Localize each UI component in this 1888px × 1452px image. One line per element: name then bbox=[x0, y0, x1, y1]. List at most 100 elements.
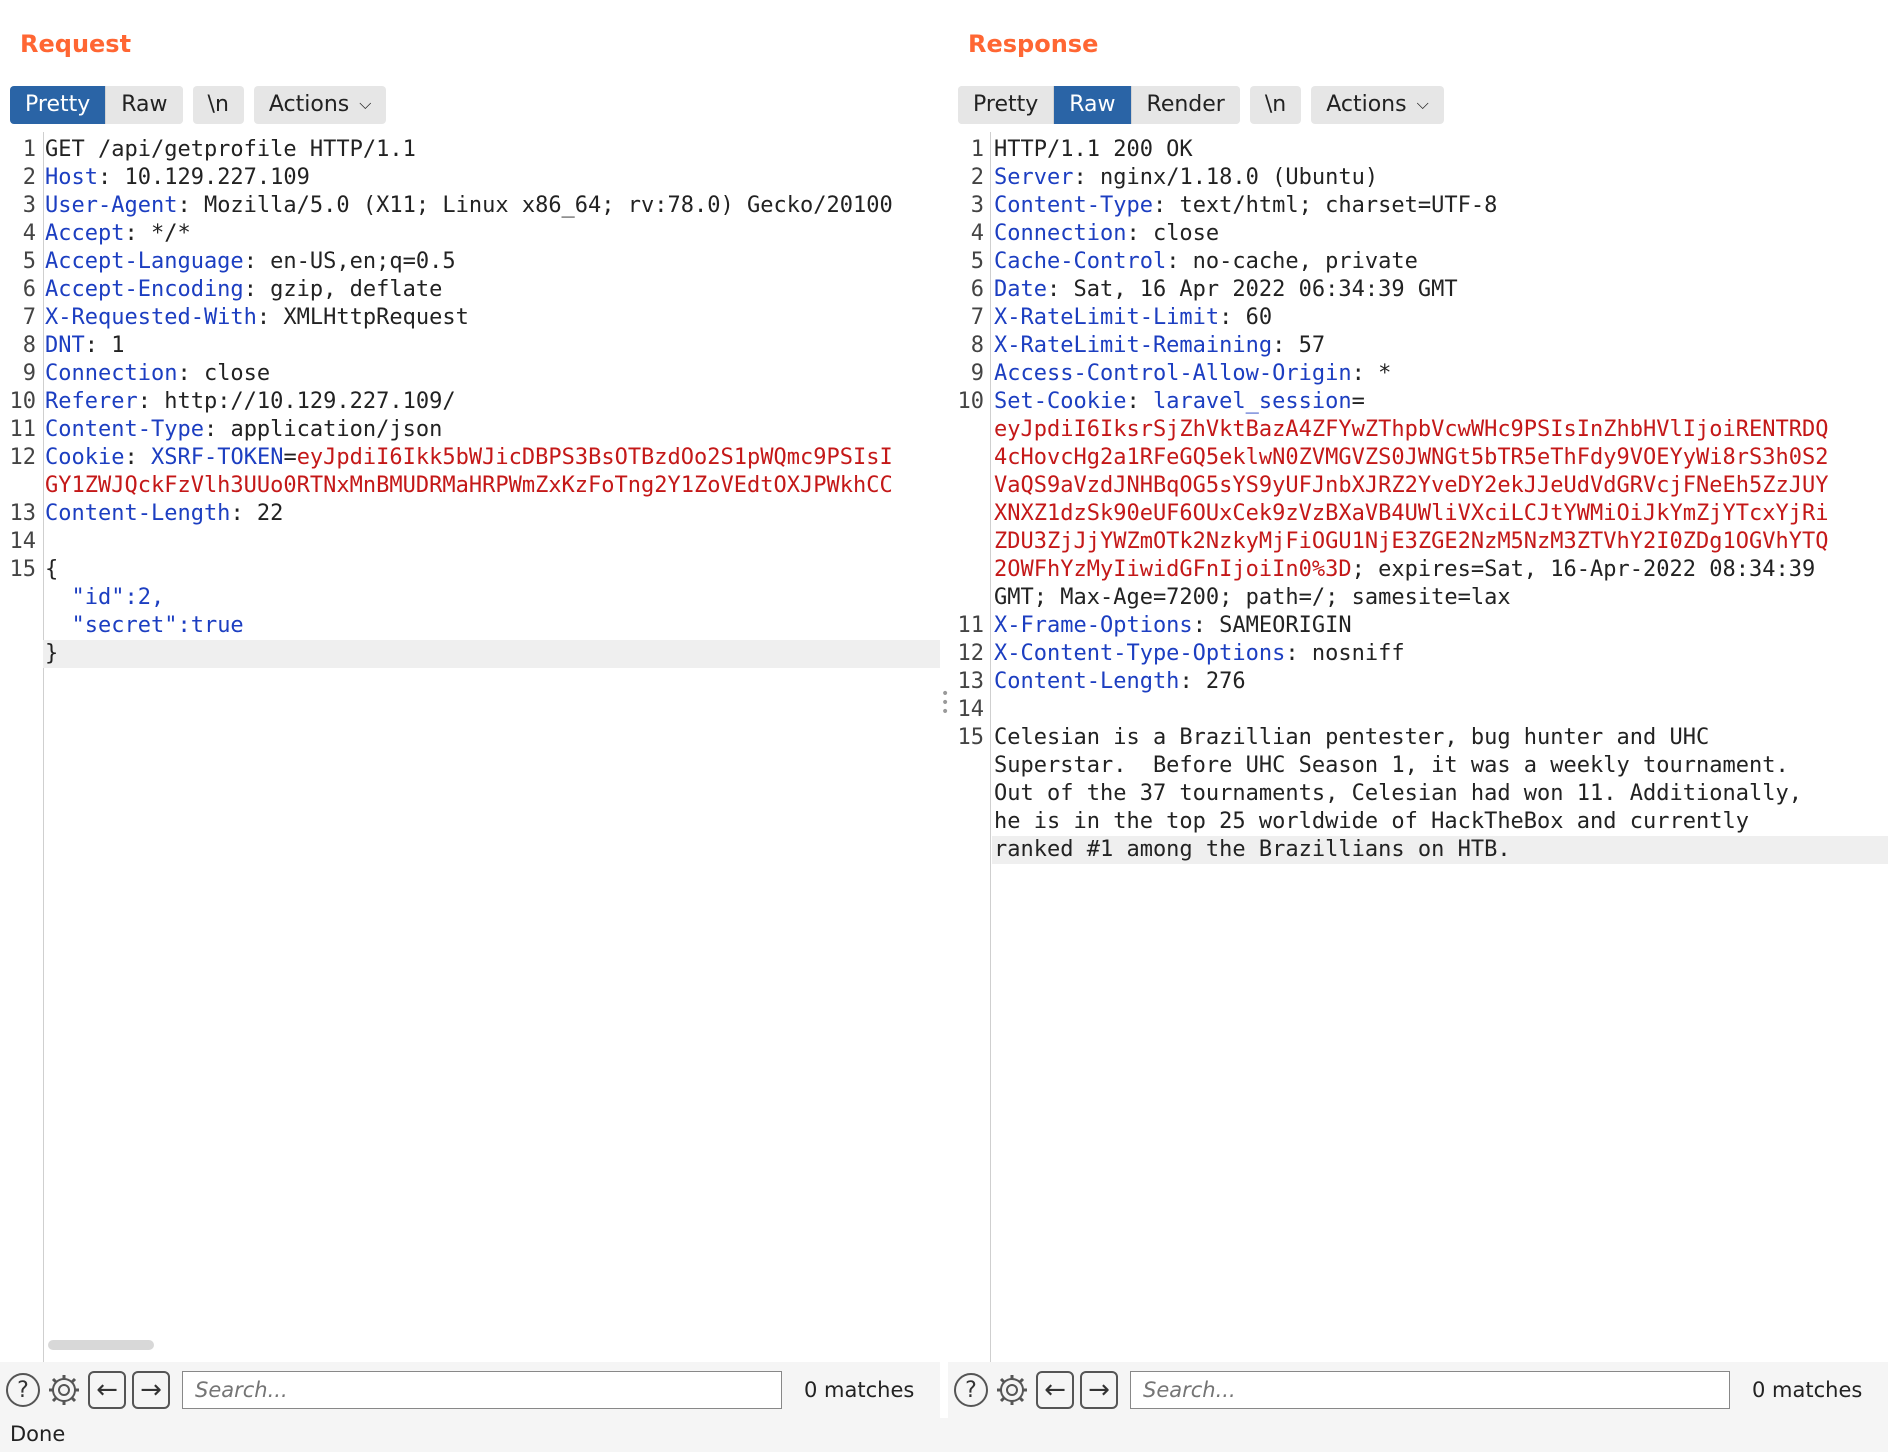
arrow-right-icon[interactable]: → bbox=[132, 1371, 170, 1409]
text-segment: : 57 bbox=[1272, 333, 1326, 358]
request-newline-toggle[interactable]: \n bbox=[192, 86, 244, 124]
header-name: Connection bbox=[994, 221, 1127, 246]
code-line: GMT; Max-Age=7200; path=/; samesite=lax bbox=[948, 584, 1888, 612]
text-segment: : */* bbox=[124, 221, 191, 246]
line-number: 12 bbox=[9, 445, 37, 470]
line-text: { bbox=[45, 556, 58, 584]
arrow-left-icon[interactable]: ← bbox=[88, 1371, 126, 1409]
code-line: 4 Accept: */* bbox=[0, 220, 940, 248]
code-line: GY1ZWJQckFzVlh3UUo0RTNxMnBMUDRMaHRPWmZxK… bbox=[0, 472, 940, 500]
arrow-left-icon[interactable]: ← bbox=[1036, 1371, 1074, 1409]
text-segment: { bbox=[45, 557, 59, 582]
text-segment: Superstar. Before UHC Season 1, it was a… bbox=[994, 753, 1789, 778]
response-tab-render[interactable]: Render bbox=[1131, 86, 1240, 124]
text-segment: : bbox=[124, 445, 151, 470]
gear-icon[interactable] bbox=[994, 1372, 1030, 1408]
line-number: 1 bbox=[970, 137, 984, 162]
line-text: X-Frame-Options: SAMEORIGIN bbox=[994, 612, 1352, 640]
text-segment: : SAMEORIGIN bbox=[1192, 613, 1352, 638]
text-segment: : 22 bbox=[230, 501, 284, 526]
response-tab-pretty[interactable]: Pretty bbox=[958, 86, 1055, 124]
header-name: Content-Length bbox=[45, 501, 231, 526]
header-name: Connection bbox=[45, 361, 178, 386]
request-pane: Request Pretty Raw \n Actions ⌵ 1 GET /api/… bbox=[0, 0, 940, 1396]
line-text: ranked #1 among the Brazillians on HTB. bbox=[994, 836, 1511, 864]
text-segment: Out of the 37 tournaments, Celesian had … bbox=[994, 781, 1802, 806]
request-actions-label: Actions bbox=[268, 92, 350, 117]
line-text: X-Requested-With: XMLHttpRequest bbox=[45, 304, 469, 332]
response-actions-label: Actions bbox=[1326, 92, 1407, 117]
line-text: X-Content-Type-Options: nosniff bbox=[994, 640, 1405, 668]
text-segment: ranked #1 among the Brazillians on HTB. bbox=[994, 837, 1511, 862]
drag-handle-icon[interactable]: • • • bbox=[941, 687, 949, 719]
request-toolbar: Pretty Raw \n Actions ⌵ bbox=[10, 86, 387, 124]
line-text: Accept-Encoding: gzip, deflate bbox=[45, 276, 442, 304]
request-tab-raw[interactable]: Raw bbox=[106, 86, 183, 124]
text-segment: : close bbox=[177, 361, 271, 386]
request-tab-pretty[interactable]: Pretty bbox=[10, 86, 107, 124]
code-line: 11 Content-Type: application/json bbox=[0, 416, 940, 444]
code-line: Out of the 37 tournaments, Celesian had … bbox=[948, 780, 1888, 808]
header-name: Accept-Language bbox=[45, 249, 244, 274]
line-text: Connection: close bbox=[45, 360, 270, 388]
text-segment: : 276 bbox=[1179, 669, 1246, 694]
line-number: 8 bbox=[970, 333, 984, 358]
line-text: Content-Type: application/json bbox=[45, 416, 442, 444]
line-number: 5 bbox=[970, 249, 984, 274]
text-segment: : gzip, deflate bbox=[243, 277, 443, 302]
line-number: 5 bbox=[22, 249, 36, 274]
help-icon[interactable]: ? bbox=[954, 1373, 988, 1407]
line-number: 11 bbox=[9, 417, 37, 442]
line-number: 3 bbox=[22, 193, 36, 218]
line-text: eyJpdiI6IksrSjZhVktBazA4ZFYwZThpbVcwWHc9… bbox=[994, 416, 1828, 444]
text-segment: : no-cache, private bbox=[1166, 249, 1418, 274]
line-text: he is in the top 25 worldwide of HackThe… bbox=[994, 808, 1749, 836]
response-editor[interactable]: 1 HTTP/1.1 200 OK 2 Server: nginx/1.18.0 (U… bbox=[948, 132, 1888, 1396]
response-newline-toggle[interactable]: \n bbox=[1249, 86, 1302, 124]
header-name: Access-Control-Allow-Origin bbox=[994, 361, 1352, 386]
code-line: 8 DNT: 1 bbox=[0, 332, 940, 360]
request-actions-menu[interactable]: Actions ⌵ bbox=[253, 86, 387, 124]
line-text: X-RateLimit-Limit: 60 bbox=[994, 304, 1272, 332]
code-line: eyJpdiI6IksrSjZhVktBazA4ZFYwZThpbVcwWHc9… bbox=[948, 416, 1888, 444]
text-segment: : application/json bbox=[203, 417, 443, 442]
line-text: Date: Sat, 16 Apr 2022 06:34:39 GMT bbox=[994, 276, 1458, 304]
chevron-down-icon: ⌵ bbox=[359, 94, 372, 113]
text-segment: } bbox=[45, 641, 59, 666]
arrow-right-icon[interactable]: → bbox=[1080, 1371, 1118, 1409]
header-name: Referer bbox=[45, 389, 138, 414]
code-line: 2 Server: nginx/1.18.0 (Ubuntu) bbox=[948, 164, 1888, 192]
response-actions-menu[interactable]: Actions ⌵ bbox=[1311, 86, 1444, 124]
header-name: Host bbox=[45, 165, 98, 190]
line-text: 4cHovcHg2a1RFeGQ5eklwN0ZVMGVZS0JWNGt5bTR… bbox=[994, 444, 1828, 472]
line-text: 2OWFhYzMyIiwidGFnIjoiIn0%3D; expires=Sat… bbox=[994, 556, 1815, 584]
line-text: Content-Length: 22 bbox=[45, 500, 283, 528]
code-line: 14 bbox=[0, 528, 940, 556]
line-text: } bbox=[45, 640, 58, 668]
line-number: 12 bbox=[957, 641, 985, 666]
request-horizontal-scrollbar[interactable] bbox=[48, 1340, 154, 1350]
code-line: 11 X-Frame-Options: SAMEORIGIN bbox=[948, 612, 1888, 640]
request-search-input[interactable] bbox=[182, 1371, 782, 1409]
line-text: Accept: */* bbox=[45, 220, 191, 248]
code-line: 3 User-Agent: Mozilla/5.0 (X11; Linux x86… bbox=[0, 192, 940, 220]
request-editor[interactable]: 1 GET /api/getprofile HTTP/1.1 2 Host: 10.1… bbox=[0, 132, 940, 1396]
gear-icon[interactable] bbox=[46, 1372, 82, 1408]
response-tab-raw[interactable]: Raw bbox=[1054, 86, 1132, 124]
code-line: } bbox=[0, 640, 940, 668]
help-icon[interactable]: ? bbox=[6, 1373, 40, 1407]
code-line: "secret":true bbox=[0, 612, 940, 640]
code-line: he is in the top 25 worldwide of HackThe… bbox=[948, 808, 1888, 836]
line-number: 14 bbox=[957, 697, 985, 722]
code-line: XNXZ1dzSk90eUF6OUxCek9zVzBXaVB4UWliVXciL… bbox=[948, 500, 1888, 528]
text-segment: Celesian is a Brazillian pentester, bug … bbox=[994, 725, 1710, 750]
code-line: 9 Access-Control-Allow-Origin: * bbox=[948, 360, 1888, 388]
line-text: Cache-Control: no-cache, private bbox=[994, 248, 1418, 276]
line-text: "secret":true bbox=[45, 612, 243, 640]
line-number: 6 bbox=[22, 277, 36, 302]
header-name: XSRF-TOKEN bbox=[150, 445, 284, 470]
line-number: 11 bbox=[957, 613, 985, 638]
header-name: Accept bbox=[45, 221, 125, 246]
response-search-input[interactable] bbox=[1130, 1371, 1730, 1409]
text-segment: HTTP/1.1 200 OK bbox=[994, 137, 1193, 162]
